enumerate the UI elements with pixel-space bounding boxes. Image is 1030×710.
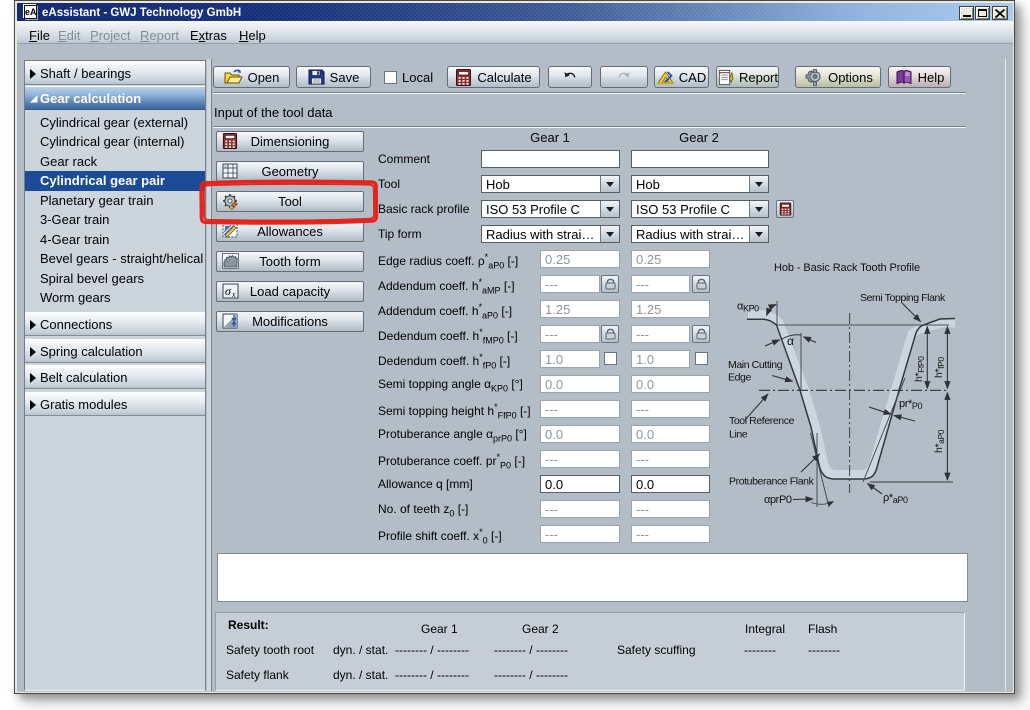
svg-text:pr*P0: pr*P0 xyxy=(899,398,922,411)
svg-text:Main Cutting: Main Cutting xyxy=(728,359,783,371)
svg-text:Semi Topping Flank: Semi Topping Flank xyxy=(860,292,946,304)
svg-text:Line: Line xyxy=(729,429,748,441)
svg-text:h*FfP0: h*FfP0 xyxy=(913,356,926,382)
svg-text:h*fP0: h*fP0 xyxy=(933,357,946,378)
svg-text:Protuberance Flank: Protuberance Flank xyxy=(729,476,815,488)
svg-text:α: α xyxy=(787,334,794,348)
svg-text:Tool Reference: Tool Reference xyxy=(729,415,795,427)
svg-text:αprP0: αprP0 xyxy=(764,494,792,506)
svg-text:ρ*aP0: ρ*aP0 xyxy=(883,492,908,505)
svg-text:Hob - Basic Rack Tooth Profil: Hob - Basic Rack Tooth Profile xyxy=(774,262,920,274)
svg-text:h*aP0: h*aP0 xyxy=(933,429,946,453)
svg-text:αKP0: αKP0 xyxy=(737,301,759,314)
svg-text:Edge: Edge xyxy=(728,372,751,384)
